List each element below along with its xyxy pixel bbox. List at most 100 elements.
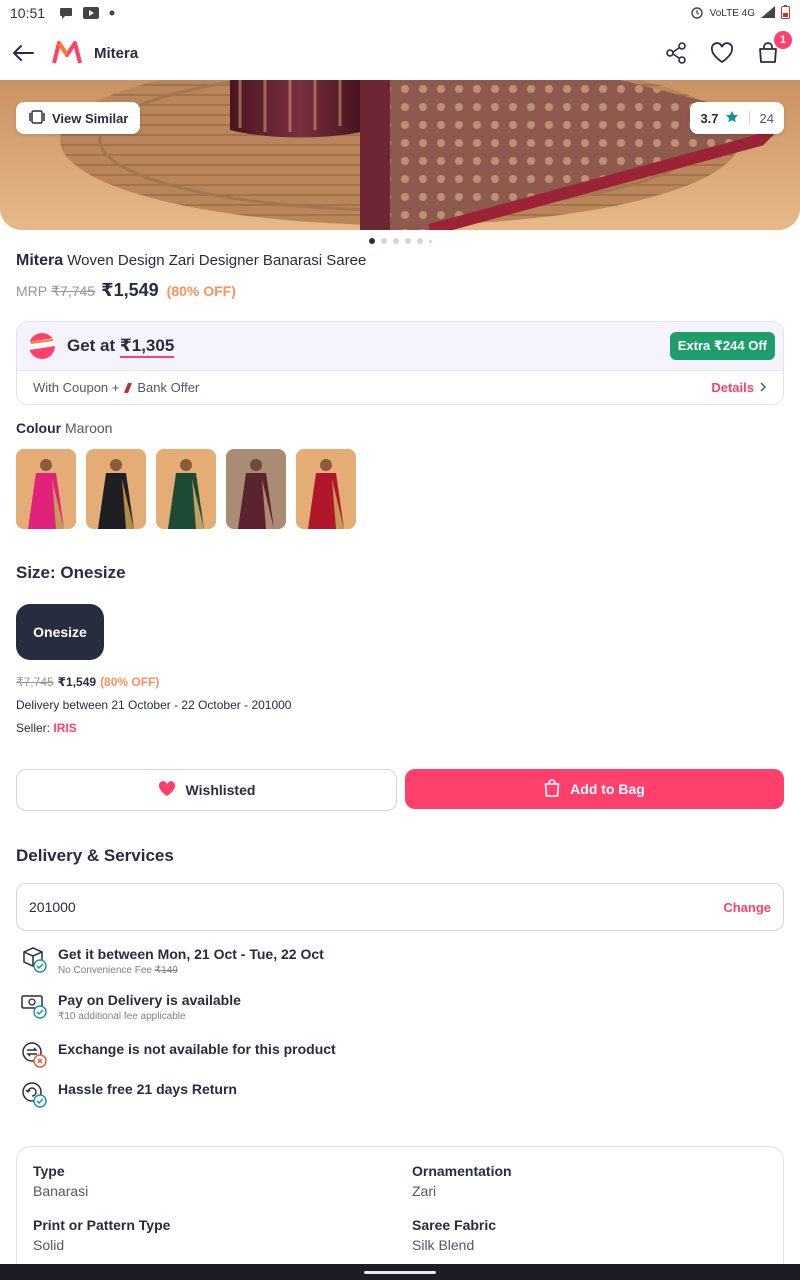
bag-outline-icon (544, 778, 560, 800)
with-coupon-label: With Coupon + (33, 380, 120, 395)
seller-label: Seller: (16, 721, 51, 735)
colour-swatch-maroon[interactable] (226, 449, 286, 529)
wishlisted-button[interactable]: Wishlisted (16, 769, 397, 811)
colour-label: Colour Maroon (16, 420, 112, 436)
colour-swatch-red[interactable] (296, 449, 356, 529)
extra-off-chip: Extra ₹244 Off (669, 332, 775, 360)
delivery-services-title: Delivery & Services (16, 846, 174, 865)
rating-count: 24 (759, 110, 774, 126)
pincode-field[interactable]: 201000 Change (16, 883, 784, 931)
price-row: MRP ₹7,745 ₹1,549 (80% OFF) (16, 280, 236, 301)
seller-name[interactable]: IRIS (53, 721, 76, 735)
add-to-bag-label: Add to Bag (570, 781, 645, 797)
return-icon (20, 1081, 48, 1109)
service-pod-sub: ₹10 additional fee applicable (58, 1011, 186, 1022)
spec-item: Print or Pattern Type Solid (33, 1217, 412, 1253)
heart-filled-icon (158, 780, 176, 800)
back-arrow-icon[interactable] (12, 41, 36, 65)
bag-count-badge: 1 (774, 31, 792, 49)
network-label: VoLTE 4G (709, 7, 755, 19)
bank-offer-label: Bank Offer (137, 380, 200, 395)
spec-key: Type (33, 1163, 65, 1179)
service-item-delivery: Get it between Mon, 21 Oct - Tue, 22 Oct… (20, 946, 324, 976)
spec-key: Print or Pattern Type (33, 1217, 171, 1233)
mrp-price: ₹7,745 (51, 283, 96, 299)
mrp-label: MRP (16, 283, 48, 299)
service-delivery-fee-label: No Convenience Fee (58, 965, 152, 976)
size-label: Size: Onesize (16, 563, 126, 582)
summary-price: ₹7,745 ₹1,549 (80% OFF) (16, 675, 159, 689)
service-delivery-fee-strike: ₹149 (154, 965, 178, 976)
wishlisted-label: Wishlisted (185, 782, 256, 798)
carousel-dot[interactable] (392, 238, 399, 244)
colour-swatches (16, 449, 356, 529)
mega-deal-badge-icon (29, 333, 55, 359)
get-at-price: ₹1,305 (119, 336, 175, 358)
carousel-dot[interactable] (428, 240, 432, 243)
spec-key: Saree Fabric (412, 1217, 497, 1233)
service-return-text: Hassle free 21 days Return (58, 1081, 237, 1097)
alarm-icon (690, 5, 704, 22)
product-specs-card: Type Banarasi Ornamentation Zari Print o… (16, 1146, 784, 1280)
summary-price-value: ₹1,549 (57, 675, 97, 689)
myntra-logo[interactable] (52, 41, 82, 65)
product-name: Woven Design Zari Designer Banarasi Sare… (67, 252, 367, 269)
carousel-dots (0, 238, 800, 244)
rating-chip[interactable]: 3.7 24 (690, 102, 784, 134)
deal-details-label: Details (711, 380, 754, 395)
spec-item: Ornamentation Zari (412, 1163, 772, 1199)
rating-divider (748, 111, 750, 125)
service-item-pod: Pay on Delivery is available ₹10 additio… (20, 992, 241, 1022)
product-brand: Mitera (16, 252, 64, 269)
notification-dot-icon (109, 10, 115, 16)
bag-icon[interactable]: 1 (756, 31, 792, 65)
change-pincode-button[interactable]: Change (723, 900, 771, 915)
status-right: VoLTE 4G (690, 4, 790, 22)
carousel-dot[interactable] (380, 238, 387, 244)
exchange-icon (20, 1041, 48, 1069)
get-at-text: Get at ₹1,305 (67, 336, 175, 358)
carousel-dot[interactable] (404, 238, 411, 244)
chevron-right-icon (760, 380, 767, 395)
summary-discount: (80% OFF) (100, 675, 160, 689)
spec-value: Banarasi (33, 1183, 89, 1199)
wishlist-heart-icon[interactable] (710, 41, 734, 65)
youtube-icon (83, 7, 100, 19)
colour-swatch-green[interactable] (156, 449, 216, 529)
header-brand-name: Mitera (94, 44, 139, 62)
colour-swatch-pink[interactable] (16, 449, 76, 529)
summary-delivery: Delivery between 21 October - 22 October… (16, 698, 292, 712)
package-icon (20, 946, 48, 974)
view-similar-button[interactable]: View Similar (16, 102, 141, 134)
cash-icon (20, 992, 48, 1020)
spec-value: Solid (33, 1237, 65, 1253)
colour-heading: Colour (16, 420, 62, 436)
status-time: 10:51 (10, 5, 46, 21)
selling-price: ₹1,549 (101, 280, 159, 300)
service-pod-text: Pay on Delivery is available (58, 992, 241, 1008)
deal-details-link[interactable]: Details (711, 380, 767, 395)
colour-swatch-black[interactable] (86, 449, 146, 529)
spec-key: Ornamentation (412, 1163, 512, 1179)
service-item-exchange: Exchange is not available for this produ… (20, 1041, 336, 1069)
service-item-return: Hassle free 21 days Return (20, 1081, 237, 1109)
carousel-dot[interactable] (416, 238, 423, 244)
battery-icon (781, 4, 790, 22)
add-to-bag-button[interactable]: Add to Bag (405, 769, 784, 809)
size-option-onesize[interactable]: Onesize (16, 604, 104, 660)
message-icon (59, 6, 73, 20)
share-icon[interactable] (664, 41, 688, 65)
get-at-label: Get at (67, 336, 116, 355)
bank-offer-icon (123, 382, 133, 394)
service-delivery-text: Get it between Mon, 21 Oct - Tue, 22 Oct (58, 946, 324, 962)
carousel-dot[interactable] (368, 238, 375, 244)
status-bar: 10:51 VoLTE 4G (0, 0, 800, 26)
home-gesture-handle[interactable] (364, 1271, 436, 1274)
pincode-value: 201000 (29, 899, 76, 915)
signal-icon (761, 5, 775, 21)
mega-deal-card[interactable]: Get at ₹1,305 Extra ₹244 Off With Coupon… (16, 321, 784, 405)
similar-icon (28, 109, 46, 127)
spec-item: Type Banarasi (33, 1163, 412, 1199)
product-title: Mitera Woven Design Zari Designer Banara… (16, 252, 366, 270)
seller-line: Seller: IRIS (16, 721, 77, 735)
